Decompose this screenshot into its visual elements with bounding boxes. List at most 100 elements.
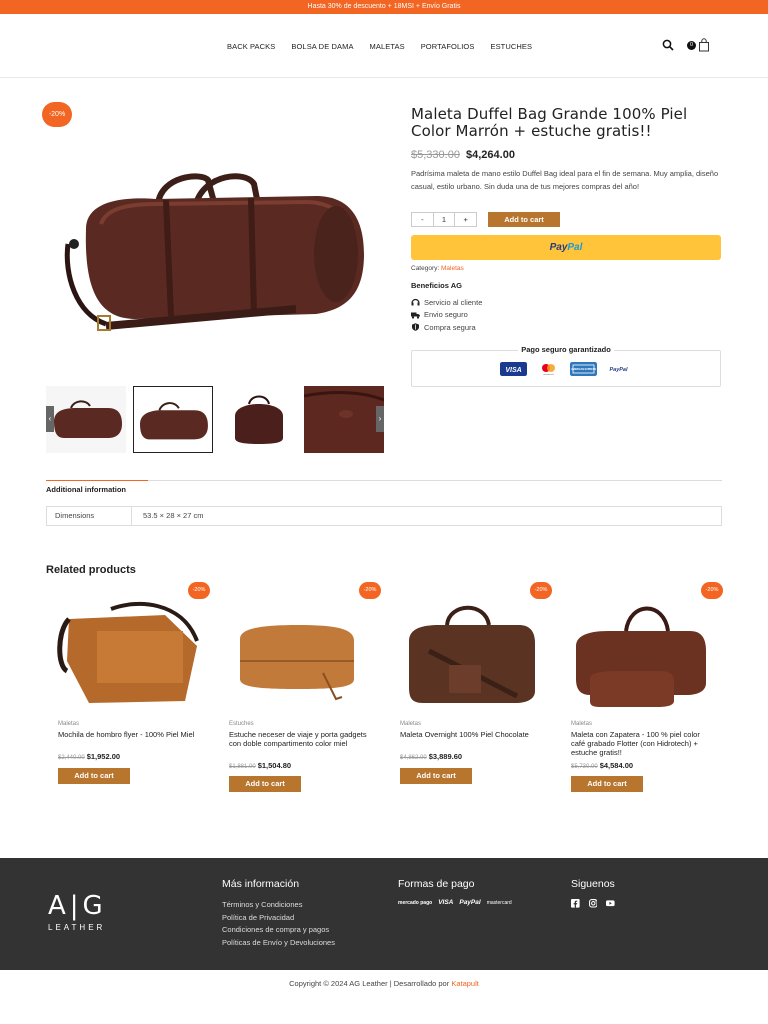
product-card-name[interactable]: Maleta Overnight 100% Piel Chocolate	[400, 730, 540, 740]
product-card-image[interactable]	[389, 591, 549, 714]
amex-logo-text: AMERICAN EXPRESS	[571, 368, 596, 371]
product-card-price: $4,862.00 $3,889.60	[400, 752, 462, 761]
paypal-label-2: Pal	[567, 242, 583, 253]
product-card-price: $2,440.00 $1,952.00	[58, 752, 120, 761]
product-card-price: $1,881.00 $1,504.80	[229, 761, 291, 770]
benefits-title: Beneficios AG	[411, 281, 462, 290]
paypal-logo-text: PayPal	[609, 367, 628, 373]
sale-badge: -20%	[188, 582, 210, 599]
quantity-stepper: - 1 +	[411, 212, 477, 227]
product-card-name[interactable]: Mochila de hombro flyer - 100% Piel Miel	[58, 730, 198, 740]
price-old: $1,881.00	[229, 764, 256, 770]
paypal-logo-icon: PayPal	[605, 362, 632, 376]
benefit-item: Compra segura	[411, 321, 482, 334]
youtube-icon[interactable]	[606, 899, 615, 908]
nav-item-portafolios[interactable]: PORTAFOLIOS	[421, 42, 475, 51]
secure-payment-title-text: Pago seguro garantizado	[518, 345, 614, 354]
qty-increase-button[interactable]: +	[455, 213, 476, 226]
mercado-pago-logo: mercado pago	[398, 899, 433, 906]
price-new: $3,889.60	[428, 752, 463, 761]
shopping-bag-icon[interactable]	[697, 38, 711, 52]
nav-item-back-packs[interactable]: BACK PACKS	[227, 42, 275, 51]
product-card-category[interactable]: Maletas	[571, 721, 592, 727]
thumbnail-gallery: ‹ ›	[46, 386, 384, 454]
footer-logo-main: A|G	[48, 891, 107, 921]
product-card-category[interactable]: Maletas	[400, 721, 421, 727]
footer-info-column: Más información Términos y Condiciones P…	[222, 878, 335, 949]
footer-payments-column: Formas de pago mercado pago VISA PayPal …	[398, 878, 512, 906]
paypal-logo: PayPal	[459, 899, 481, 906]
footer-link-purchase-conditions[interactable]: Condiciones de compra y pagos	[222, 924, 335, 937]
product-category: Category: Maletas	[411, 265, 464, 272]
thumbnail-prev-arrow[interactable]: ‹	[46, 406, 54, 432]
sale-badge: -20%	[701, 582, 723, 599]
footer-link-terms[interactable]: Términos y Condiciones	[222, 899, 335, 912]
product-card-name[interactable]: Maleta con Zapatera - 100 % piel color c…	[571, 730, 711, 757]
thumbnail-2[interactable]	[133, 386, 213, 453]
product-card-category[interactable]: Maletas	[58, 721, 79, 727]
mastercard-logo: mastercard	[486, 899, 512, 906]
tab-active-indicator	[46, 480, 148, 481]
product-card-image[interactable]	[47, 591, 207, 714]
thumbnail-4[interactable]	[304, 386, 384, 453]
product-card-name[interactable]: Estuche neceser de viaje y porta gadgets…	[229, 730, 369, 749]
footer-link-shipping-returns[interactable]: Políticas de Envío y Devoluciones	[222, 937, 335, 950]
cart-count-badge: 0	[687, 40, 696, 50]
copyright-text: Copyright © 2024 AG Leather | Desarrolla…	[289, 979, 450, 988]
price-old: $5,730.00	[571, 764, 598, 770]
product-card-image[interactable]	[218, 591, 378, 714]
mastercard-logo-text: mastercard	[543, 373, 553, 376]
nav-item-maletas[interactable]: MALETAS	[370, 42, 405, 51]
nav-item-estuches[interactable]: ESTUCHES	[490, 42, 532, 51]
sale-badge: -20%	[359, 582, 381, 599]
footer-social-title: Siguenos	[571, 878, 615, 890]
add-to-cart-button[interactable]: Add to cart	[571, 776, 643, 792]
add-to-cart-button[interactable]: Add to cart	[400, 768, 472, 784]
footer-payments-title: Formas de pago	[398, 878, 475, 890]
product-card-category[interactable]: Estuches	[229, 721, 254, 727]
product-card-image[interactable]	[560, 591, 720, 714]
sale-badge: -20%	[530, 582, 552, 599]
visa-logo: VISA	[438, 899, 454, 906]
sale-badge: -20%	[42, 102, 72, 127]
thumbnail-3[interactable]	[219, 386, 299, 453]
price-old: $2,440.00	[58, 755, 85, 761]
price-old: $5,330.00	[411, 149, 460, 161]
footer-info-title: Más información	[222, 878, 300, 890]
developer-link[interactable]: Katapult	[451, 979, 479, 988]
footer-payment-logos: mercado pago VISA PayPal mastercard	[398, 899, 512, 906]
search-icon[interactable]	[662, 39, 674, 51]
promo-bar: Hasta 30% de descuento + 18MSI + Envío G…	[0, 0, 768, 14]
footer-logo-sub: LEATHER	[48, 923, 106, 932]
footer-link-privacy[interactable]: Política de Privacidad	[222, 912, 335, 925]
benefit-label: Envio seguro	[424, 310, 468, 320]
shield-icon	[412, 323, 419, 332]
category-link[interactable]: Maletas	[441, 265, 464, 272]
tab-additional-information[interactable]: Additional information	[46, 485, 126, 494]
benefit-label: Compra segura	[424, 322, 476, 332]
site-header: BACK PACKS BOLSA DE DAMA MALETAS PORTAFO…	[0, 14, 768, 78]
add-to-cart-button[interactable]: Add to cart	[229, 776, 301, 792]
thumbnail-next-arrow[interactable]: ›	[376, 406, 384, 432]
price-new: $1,504.80	[257, 761, 292, 770]
product-description: Padrísima maleta de mano estilo Duffel B…	[411, 169, 719, 191]
add-to-cart-button[interactable]: Add to cart	[488, 212, 560, 227]
qty-input[interactable]: 1	[432, 213, 456, 226]
truck-icon	[411, 312, 420, 319]
qty-decrease-button[interactable]: -	[412, 213, 433, 226]
site-footer: A|G LEATHER Más información Términos y C…	[0, 858, 768, 970]
add-to-cart-button[interactable]: Add to cart	[58, 768, 130, 784]
benefits-list: Servicio al cliente Envio seguro Compra …	[411, 296, 482, 334]
product-title: Maleta Duffel Bag Grande 100% Piel Color…	[411, 105, 688, 140]
category-label: Category:	[411, 265, 440, 272]
copyright: Copyright © 2024 AG Leather | Desarrolla…	[0, 979, 768, 988]
thumbnail-1[interactable]	[46, 386, 126, 453]
paypal-button[interactable]: PayPal	[411, 235, 721, 260]
main-nav: BACK PACKS BOLSA DE DAMA MALETAS PORTAFO…	[227, 42, 548, 51]
facebook-icon[interactable]	[571, 899, 580, 908]
benefit-item: Envio seguro	[411, 309, 482, 322]
footer-logo[interactable]: A|G LEATHER	[48, 891, 107, 932]
nav-item-bolsa-de-dama[interactable]: BOLSA DE DAMA	[291, 42, 353, 51]
instagram-icon[interactable]	[588, 899, 598, 908]
product-main-image[interactable]	[46, 104, 384, 380]
